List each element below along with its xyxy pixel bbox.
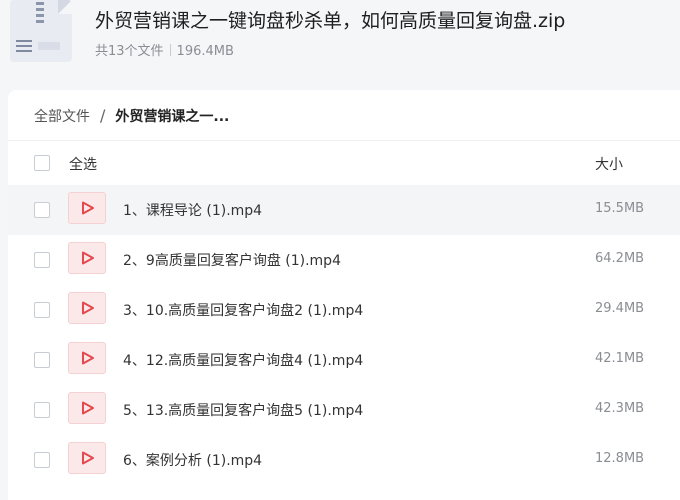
select-all-checkbox[interactable] (34, 155, 50, 171)
file-row[interactable]: 4、12.高质量回复客户询盘4 (1).mp4 42.1MB (8, 335, 680, 385)
file-name[interactable]: 2、9高质量回复客户询盘 (1).mp4 (123, 250, 341, 270)
archive-header: 外贸营销课之一键询盘秒杀单，如何高质量回复询盘.zip 共13个文件 196.4M… (0, 0, 680, 84)
row-checkbox[interactable] (34, 352, 50, 368)
file-row[interactable]: 6、案例分析 (1).mp4 12.8MB (8, 435, 680, 485)
video-play-icon (68, 242, 106, 274)
file-row[interactable]: 5、13.高质量回复客户询盘5 (1).mp4 42.3MB (8, 385, 680, 435)
video-play-icon (68, 392, 106, 424)
video-play-icon (68, 442, 106, 474)
video-play-icon (68, 342, 106, 374)
file-name[interactable]: 1、课程导论 (1).mp4 (123, 200, 262, 220)
list-header: 全选 大小 (8, 141, 680, 185)
archive-title: 外贸营销课之一键询盘秒杀单，如何高质量回复询盘.zip (95, 10, 566, 32)
file-row[interactable]: 2、9高质量回复客户询盘 (1).mp4 64.2MB (8, 235, 680, 285)
file-size: 42.3MB (595, 401, 645, 416)
row-checkbox[interactable] (34, 402, 50, 418)
file-row[interactable]: 1、课程导论 (1).mp4 15.5MB (8, 185, 680, 235)
row-checkbox[interactable] (34, 452, 50, 468)
file-size: 12.8MB (595, 451, 645, 466)
row-checkbox[interactable] (34, 252, 50, 268)
file-name[interactable]: 4、12.高质量回复客户询盘4 (1).mp4 (123, 350, 363, 370)
zip-archive-icon (10, 0, 72, 62)
meta-divider (169, 44, 171, 56)
file-share-page: 外贸营销课之一键询盘秒杀单，如何高质量回复询盘.zip 共13个文件 196.4M… (0, 0, 680, 500)
file-size: 15.5MB (595, 201, 645, 216)
size-column-header: 大小 (595, 157, 623, 173)
row-checkbox[interactable] (34, 202, 50, 218)
file-row[interactable]: 3、10.高质量回复客户询盘2 (1).mp4 29.4MB (8, 285, 680, 335)
file-size: 64.2MB (595, 251, 645, 266)
archive-meta: 共13个文件 196.4MB (95, 40, 234, 59)
row-checkbox[interactable] (34, 302, 50, 318)
file-size: 29.4MB (595, 301, 645, 316)
total-size: 196.4MB (176, 44, 234, 59)
file-name[interactable]: 6、案例分析 (1).mp4 (123, 450, 262, 470)
breadcrumb-current: 外贸营销课之一... (115, 109, 230, 125)
file-list-panel: 全部文件 / 外贸营销课之一... 全选 大小 1、课程导论 (1).mp4 15.… (8, 90, 680, 500)
select-all-label[interactable]: 全选 (69, 154, 97, 174)
file-list: 1、课程导论 (1).mp4 15.5MB 2、9高质量回复客户询盘 (1).m… (8, 185, 680, 485)
video-play-icon (68, 292, 106, 324)
file-count: 共13个文件 (95, 44, 164, 59)
breadcrumb-root-link[interactable]: 全部文件 (34, 109, 90, 125)
breadcrumb: 全部文件 / 外贸营销课之一... (34, 106, 229, 126)
file-name[interactable]: 5、13.高质量回复客户询盘5 (1).mp4 (123, 400, 363, 420)
video-play-icon (68, 192, 106, 224)
breadcrumb-separator: / (100, 106, 106, 125)
file-name[interactable]: 3、10.高质量回复客户询盘2 (1).mp4 (123, 300, 363, 320)
file-size: 42.1MB (595, 351, 645, 366)
